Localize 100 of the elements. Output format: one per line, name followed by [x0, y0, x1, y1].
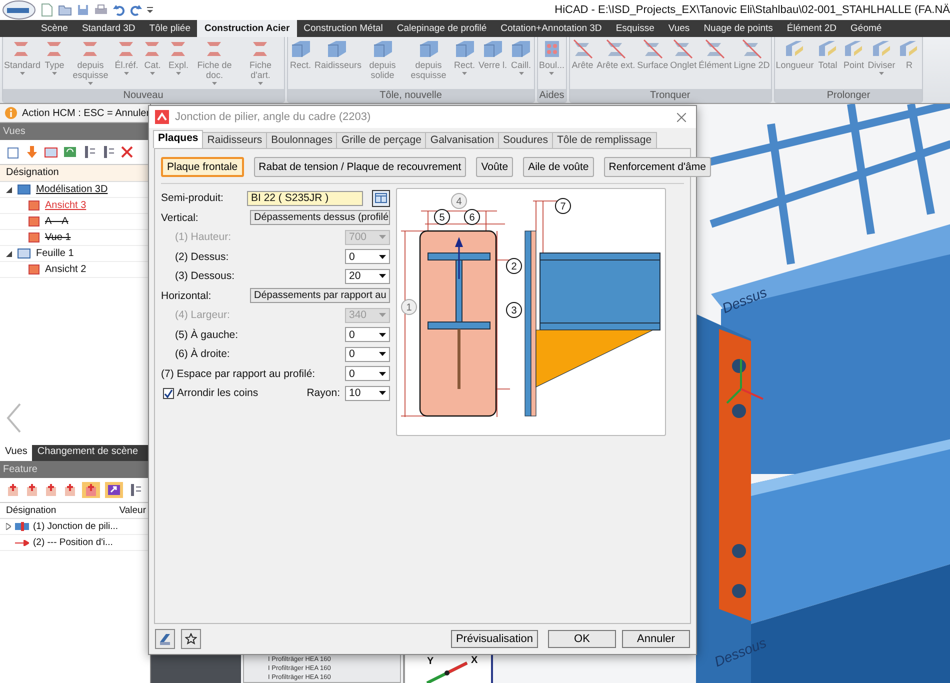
ribbon-tab[interactable]: Scène — [34, 20, 75, 37]
caret-icon — [176, 72, 182, 75]
delete-icon[interactable] — [120, 145, 134, 159]
refresh-icon[interactable] — [63, 145, 77, 159]
option-button[interactable]: Voûte — [476, 157, 514, 177]
number-field[interactable]: 10 — [345, 386, 390, 401]
save-icon[interactable] — [77, 4, 89, 16]
ribbon-tab[interactable]: Nuage de points — [696, 20, 780, 37]
document-icon[interactable] — [6, 145, 20, 159]
plus-box-icon[interactable] — [6, 483, 20, 497]
folder-icon[interactable] — [58, 4, 72, 16]
dimension-label: 3 — [506, 302, 522, 318]
expand-icon[interactable] — [6, 250, 12, 256]
dialog-tab[interactable]: Galvanisation — [425, 132, 500, 148]
arrow-right-icon — [15, 540, 29, 546]
view-icon — [28, 232, 40, 243]
column-header: Valeur — [119, 505, 146, 516]
ribbon-tab[interactable]: Construction Acier — [197, 20, 297, 37]
field-label: (1) Hauteur: — [174, 231, 232, 244]
text-field[interactable]: BI 22 ( S235JR ) — [247, 190, 363, 206]
ribbon-tab[interactable]: Vues — [661, 20, 697, 37]
dimension-label: 7 — [555, 198, 571, 214]
field-label: (7) Espace par rapport au profilé: — [161, 368, 316, 380]
number-field[interactable]: 0 — [345, 249, 390, 264]
ribbon-tab[interactable]: Cotation+Annotation 3D — [494, 20, 609, 37]
ribbon-tab[interactable]: Standard 3D — [74, 20, 142, 37]
dialog-tab[interactable]: Grille de perçage — [336, 132, 426, 148]
document-icon[interactable] — [41, 3, 53, 17]
field-label: (3) Dessous: — [174, 270, 236, 282]
dialog-tab[interactable]: Tôle de remplissage — [552, 132, 657, 148]
dialog-button[interactable]: OK — [548, 630, 616, 648]
close-icon — [677, 112, 686, 122]
number-field[interactable]: 0 — [345, 346, 390, 362]
caret-icon — [379, 274, 386, 278]
dialog-title: Jonction de pilier, angle du cadre (2203) — [175, 111, 372, 123]
option-button[interactable]: Aile de voûte — [523, 157, 594, 177]
dialog-tab[interactable]: Raidisseurs — [202, 132, 268, 148]
field-label: Semi-produit: — [161, 192, 224, 204]
ribbon-tab[interactable]: Tôle pliée — [142, 20, 198, 37]
field-label: (6) À droite: — [174, 348, 231, 360]
checkbox-label: Arrondir les coins — [177, 387, 260, 400]
redo-icon[interactable] — [130, 4, 142, 16]
caret-icon — [379, 254, 386, 259]
dialog-button[interactable]: Prévisualisation — [450, 630, 538, 648]
number-field[interactable]: 0 — [345, 366, 390, 382]
option-button[interactable]: Renforcement d'âme — [604, 157, 711, 177]
field-label: Rayon: — [306, 387, 340, 400]
caret-icon — [379, 352, 386, 356]
group-title: Tronquer — [570, 89, 771, 102]
panel-tab[interactable]: Changement de scène — [32, 445, 144, 461]
info-icon — [5, 107, 17, 119]
ribbon-tab[interactable]: Esquisse — [608, 20, 662, 37]
arrow-down-icon[interactable] — [25, 145, 39, 159]
app-logo-icon[interactable] — [2, 0, 36, 20]
dropdown-field[interactable]: Dépassements dessus (profilé — [250, 210, 390, 226]
caret-icon — [52, 72, 58, 75]
arrow-box-icon[interactable] — [105, 482, 123, 498]
view-icon — [17, 184, 31, 195]
cut-beam-icon — [671, 38, 696, 60]
cut-beam-icon — [604, 38, 628, 60]
caret-icon — [88, 82, 94, 85]
caret-icon — [212, 82, 218, 85]
plus-box-icon[interactable] — [25, 483, 39, 497]
undo-icon[interactable] — [113, 4, 125, 16]
dialog-tab[interactable]: Boulonnages — [266, 132, 338, 148]
customize-icon[interactable] — [147, 6, 153, 14]
expand-icon[interactable] — [6, 186, 12, 192]
dialog-tab[interactable]: Plaques — [153, 130, 204, 148]
field-label: Horizontal: — [161, 290, 212, 302]
star-icon — [185, 633, 197, 645]
caret-icon — [549, 72, 554, 75]
number-field[interactable]: 0 — [345, 327, 390, 342]
option-button[interactable]: Rabat de tension / Plaque de recouvrement — [254, 157, 466, 177]
caret-icon — [379, 391, 386, 396]
catalog-button[interactable] — [372, 190, 390, 207]
panel-tab[interactable]: Vues — [0, 445, 32, 461]
dialog-button[interactable]: Annuler — [622, 630, 690, 648]
dialog-tab[interactable]: Soudures — [498, 132, 553, 148]
plus-box-icon[interactable] — [44, 483, 58, 497]
ribbon-tab[interactable]: Calepinage de profilé — [390, 20, 494, 37]
window-icon[interactable] — [44, 145, 58, 159]
printer-icon[interactable] — [94, 4, 108, 16]
tool-button[interactable] — [155, 629, 175, 649]
expand-icon[interactable] — [6, 523, 11, 530]
plus-box-icon[interactable] — [63, 483, 77, 497]
ribbon-tab[interactable]: Géomé — [844, 20, 889, 37]
panel-header: Feature — [0, 461, 150, 478]
ribbon-tab[interactable]: Élément 2D — [780, 20, 844, 37]
dropdown-field[interactable]: Dépassements par rapport au — [250, 288, 390, 304]
favorites-button[interactable] — [181, 629, 201, 649]
view-icon — [17, 248, 31, 259]
checkbox[interactable] — [163, 388, 174, 399]
number-field[interactable]: 20 — [345, 268, 390, 284]
ribbon-tab[interactable]: Construction Métal — [296, 20, 390, 37]
option-button[interactable]: Plaque frontale — [161, 157, 244, 177]
plus-box-icon[interactable] — [82, 482, 100, 498]
dimension-label: 6 — [464, 209, 480, 225]
group-title: Aides — [538, 89, 566, 102]
cut-beam-icon — [740, 38, 764, 60]
caret-icon — [124, 72, 130, 75]
